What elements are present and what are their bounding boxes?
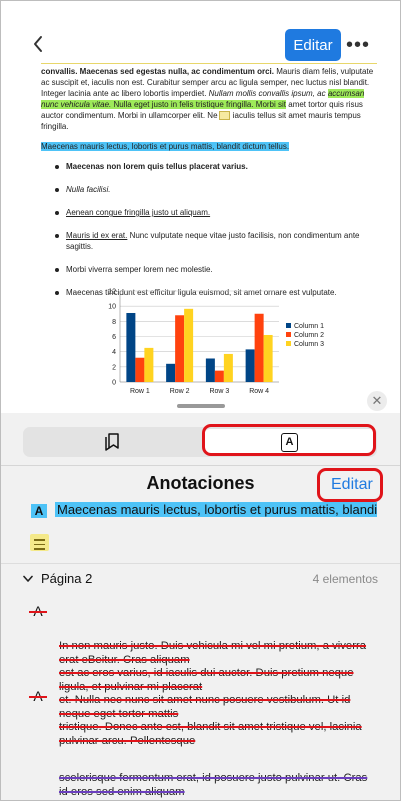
list-item: Maecenas non lorem quis tellus placerat …: [41, 161, 377, 172]
paragraph-1: convallis. Maecenas sed egestas nulla, a…: [41, 66, 377, 132]
paragraph-2: Maecenas mauris lectus, lobortis et puru…: [41, 141, 377, 152]
y-tick-label: 12: [108, 289, 116, 296]
bar: [126, 312, 136, 382]
paragraph-bold-text: convallis. Maecenas sed egestas nulla, a…: [41, 67, 274, 76]
strikethrough-annotation-icon[interactable]: A: [29, 688, 47, 704]
y-tick-label: 10: [108, 304, 116, 311]
legend-swatch: [286, 323, 291, 328]
note-annotation-icon[interactable]: [30, 534, 49, 551]
edit-button-callout: [317, 468, 383, 502]
bar: [205, 358, 215, 382]
x-tick-label: Row 1: [130, 388, 150, 395]
highlight-annotation-text: Maecenas mauris lectus, lobortis et puru…: [55, 502, 377, 517]
section-divider: [1, 563, 400, 564]
y-tick-label: 6: [112, 334, 116, 341]
inline-note-icon[interactable]: [218, 111, 230, 121]
strikethrough-annotation-icon[interactable]: A: [29, 603, 47, 619]
bar: [135, 357, 145, 382]
y-tick-label: 8: [112, 319, 116, 326]
more-options-icon[interactable]: •••: [346, 35, 370, 55]
bar-chart: 0 2 4 6 8 10 12 Row 1 Row 2 Row 3 Row 4 Column 1 Col…: [96, 283, 336, 401]
highlight-annotation-icon: A: [31, 504, 47, 518]
top-toolbar: Editar •••: [1, 1, 400, 63]
y-tick-label: 0: [112, 380, 116, 387]
y-tick-label: 2: [112, 364, 116, 371]
page-section-header[interactable]: Página 2 4 elementos: [1, 571, 400, 591]
legend-label: Column 1: [294, 323, 324, 330]
legend-label: Column 2: [294, 332, 324, 339]
bar: [223, 353, 233, 382]
bar-chart-svg: 0 2 4 6 8 10 12 Row 1 Row 2 Row 3 Row 4 Column 1 Col…: [108, 289, 324, 396]
list-item: Mauris id ex erat. Nunc vulputate neque …: [41, 230, 377, 252]
page-section-label: Página 2: [41, 571, 93, 586]
legend-swatch: [286, 341, 291, 346]
bar: [245, 349, 255, 382]
bookmarks-icon: [104, 433, 119, 451]
list-item: Nulla facilisi.: [41, 184, 377, 195]
list-item: Morbi viverra semper lorem nec molestie.: [41, 264, 377, 275]
paragraph-italic-text: Nullam mollis convallis ipsum, ac: [208, 89, 328, 98]
app-frame: Editar ••• convallis. Maecenas sed egest…: [0, 0, 401, 801]
bar: [214, 370, 224, 382]
list-item[interactable]: A Maecenas mauris lectus, lobortis et pu…: [1, 502, 400, 520]
bar: [263, 334, 273, 382]
edit-button[interactable]: Editar: [285, 29, 341, 61]
strikethrough-annotation-text[interactable]: scelerisque fermentum erat, id posuere j…: [59, 772, 379, 799]
page-top-rule: [41, 63, 377, 64]
chevron-down-icon: [23, 575, 33, 582]
drag-handle[interactable]: [177, 404, 225, 408]
bar: [254, 313, 264, 382]
list-item: Aenean congue fringilla justo ut aliquam…: [41, 207, 377, 218]
page-section-count: 4 elementos: [312, 572, 378, 586]
x-tick-label: Row 2: [170, 388, 190, 395]
bar: [144, 347, 154, 382]
close-icon[interactable]: ✕: [367, 391, 387, 411]
bar: [184, 308, 194, 382]
annotations-tab-callout: [202, 424, 376, 456]
strikethrough-annotation-text[interactable]: In non mauris justo. Duis vehicula mi ve…: [59, 640, 379, 748]
bar: [175, 315, 185, 382]
bar: [166, 363, 176, 382]
bullet-list: Maecenas non lorem quis tellus placerat …: [41, 161, 377, 298]
legend-label: Column 3: [294, 341, 324, 348]
blue-highlight-text[interactable]: Maecenas mauris lectus, lobortis et puru…: [41, 142, 290, 151]
panel-divider: [1, 465, 400, 466]
x-tick-label: Row 4: [249, 388, 269, 395]
tab-bookmarks[interactable]: [23, 427, 200, 457]
green-highlight-text[interactable]: Nulla eget justo in felis tristique frin…: [111, 100, 287, 109]
document-page: convallis. Maecenas sed egestas nulla, a…: [41, 63, 377, 310]
y-tick-label: 4: [112, 349, 116, 356]
legend-swatch: [286, 332, 291, 337]
x-tick-label: Row 3: [209, 388, 229, 395]
back-chevron-icon[interactable]: [31, 34, 45, 54]
